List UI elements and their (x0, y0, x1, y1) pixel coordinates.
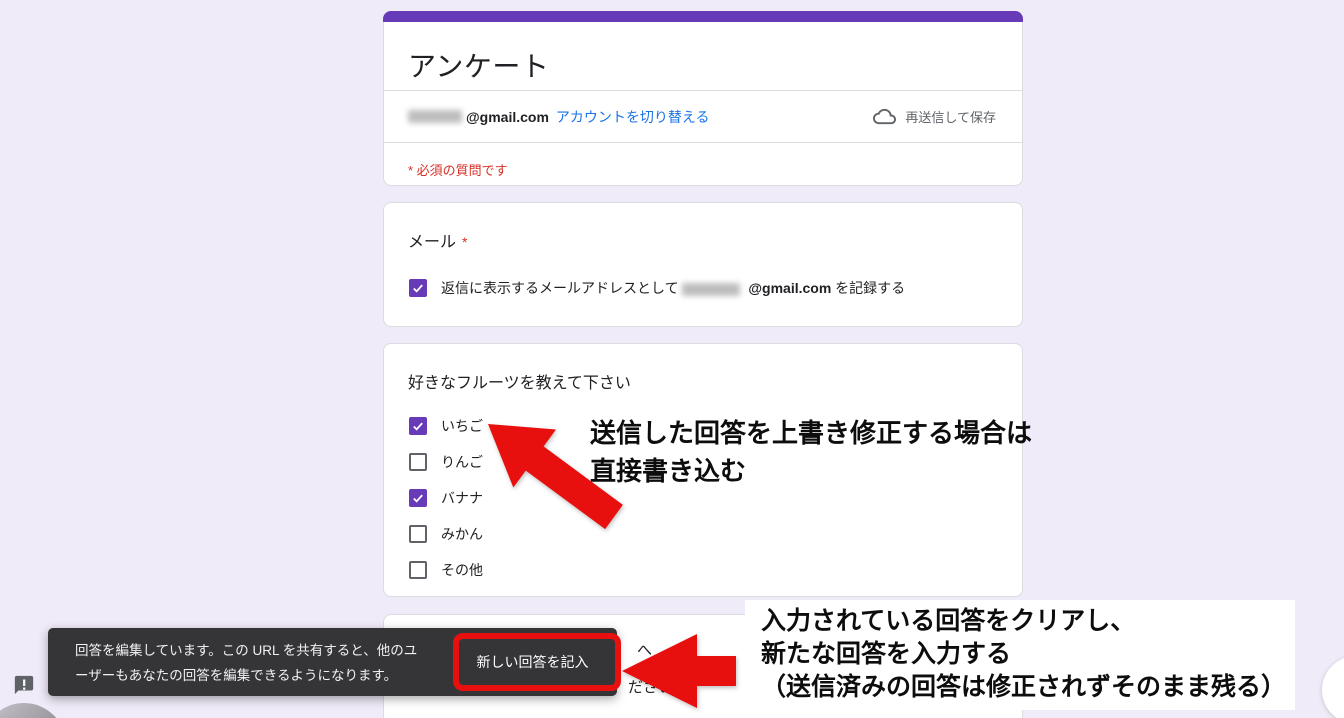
form-header-card: アンケート @gmail.com アカウントを切り替える 再送信して保存 * 必… (383, 11, 1023, 186)
checkbox[interactable] (409, 525, 427, 543)
option-email-domain: @gmail.com (748, 280, 831, 296)
annotation-line: 入力されている回答をクリアし、 (761, 605, 1286, 638)
question-card-email: メール * 返信に表示するメールアドレスとして @gmail.com を記録する (383, 202, 1023, 327)
annotation-line: 送信した回答を上書き修正する場合は (590, 414, 1032, 452)
checkbox[interactable] (409, 489, 427, 507)
snackbar-message-line: ーザーもあなたの回答を編集できるようになります。 (75, 663, 417, 688)
checkbox-option-list: いちご りんご バナナ みかん その他 (409, 408, 483, 588)
new-response-annotation: 入力されている回答をクリアし、 新たな回答を入力する （送信済みの回答は修正され… (761, 605, 1286, 704)
account-row: @gmail.com アカウントを切り替える 再送信して保存 (384, 90, 1022, 143)
account-email-domain: @gmail.com (466, 109, 549, 125)
report-abuse-icon[interactable] (13, 674, 35, 696)
checkbox[interactable] (409, 453, 427, 471)
option-label: りんご (441, 452, 483, 472)
required-note: * 必須の質問です (408, 160, 508, 179)
snackbar-message-line: 回答を編集しています。この URL を共有すると、他のユ (75, 638, 417, 663)
annotation-line: 直接書き込む (590, 452, 1032, 490)
snackbar-message: 回答を編集しています。この URL を共有すると、他のユ ーザーもあなたの回答を… (75, 638, 417, 688)
option-sonota[interactable]: その他 (409, 552, 483, 588)
annotation-background: 入力されている回答をクリアし、 新たな回答を入力する （送信済みの回答は修正され… (745, 600, 1295, 710)
option-banana[interactable]: バナナ (409, 480, 483, 516)
switch-account-link[interactable]: アカウントを切り替える (556, 107, 710, 127)
hidden-text-fragment: へ (637, 639, 652, 660)
checkbox[interactable] (409, 561, 427, 579)
checkbox[interactable] (409, 417, 427, 435)
annotation-line: 新たな回答を入力する (761, 638, 1286, 671)
question-title: 好きなフルーツを教えて下さい (408, 369, 631, 393)
option-ringo[interactable]: りんご (409, 444, 483, 480)
redacted-email-username (408, 110, 462, 123)
option-label-suffix: を記録する (835, 280, 905, 296)
option-label: その他 (441, 560, 483, 580)
option-label: バナナ (441, 488, 483, 508)
overwrite-annotation: 送信した回答を上書き修正する場合は 直接書き込む (590, 414, 1032, 490)
hidden-text-fragment: ださい (628, 676, 673, 697)
form-title: アンケート (408, 45, 549, 85)
google-form-page: アンケート @gmail.com アカウントを切り替える 再送信して保存 * 必… (0, 0, 1344, 718)
question-title-text: メール (408, 234, 456, 251)
option-ichigo[interactable]: いちご (409, 408, 483, 444)
cloud-icon (873, 105, 896, 128)
new-response-button[interactable]: 新しい回答を記入 (460, 642, 605, 682)
required-asterisk: * (462, 234, 467, 250)
option-label: いちご (441, 416, 483, 436)
save-status-label: 再送信して保存 (905, 107, 996, 126)
annotation-line: （送信済みの回答は修正されずそのまま残る） (761, 671, 1286, 704)
redacted-email-username (682, 283, 740, 296)
cut-off-bottom-left-circle (0, 703, 66, 718)
option-label: 返信に表示するメールアドレスとして @gmail.com を記録する (441, 278, 905, 298)
checkbox[interactable] (409, 279, 427, 297)
save-status: 再送信して保存 (873, 105, 996, 128)
cut-off-floating-circle (1322, 656, 1344, 718)
edit-mode-snackbar: 回答を編集しています。この URL を共有すると、他のユ ーザーもあなたの回答を… (48, 628, 617, 696)
option-mikan[interactable]: みかん (409, 516, 483, 552)
question-title: メール * (408, 228, 467, 252)
option-label: みかん (441, 524, 483, 544)
record-email-option[interactable]: 返信に表示するメールアドレスとして @gmail.com を記録する (409, 278, 905, 298)
option-label-prefix: 返信に表示するメールアドレスとして (441, 280, 679, 296)
theme-accent-bar (383, 11, 1023, 22)
